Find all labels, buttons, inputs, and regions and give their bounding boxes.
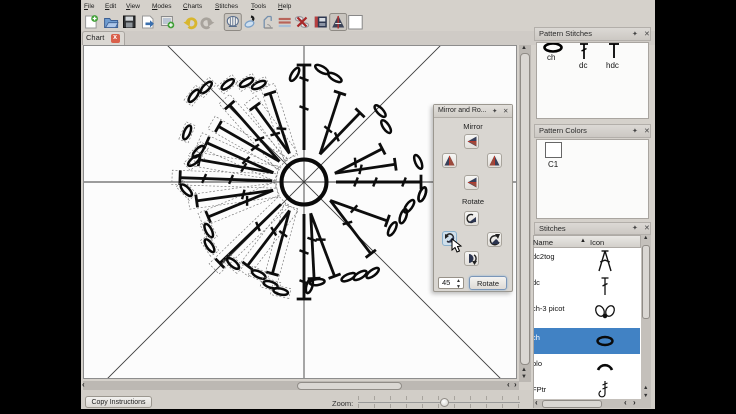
svg-text:hdc: hdc bbox=[606, 61, 619, 70]
svg-text:ch: ch bbox=[547, 53, 555, 62]
svg-text:dc: dc bbox=[579, 61, 587, 70]
